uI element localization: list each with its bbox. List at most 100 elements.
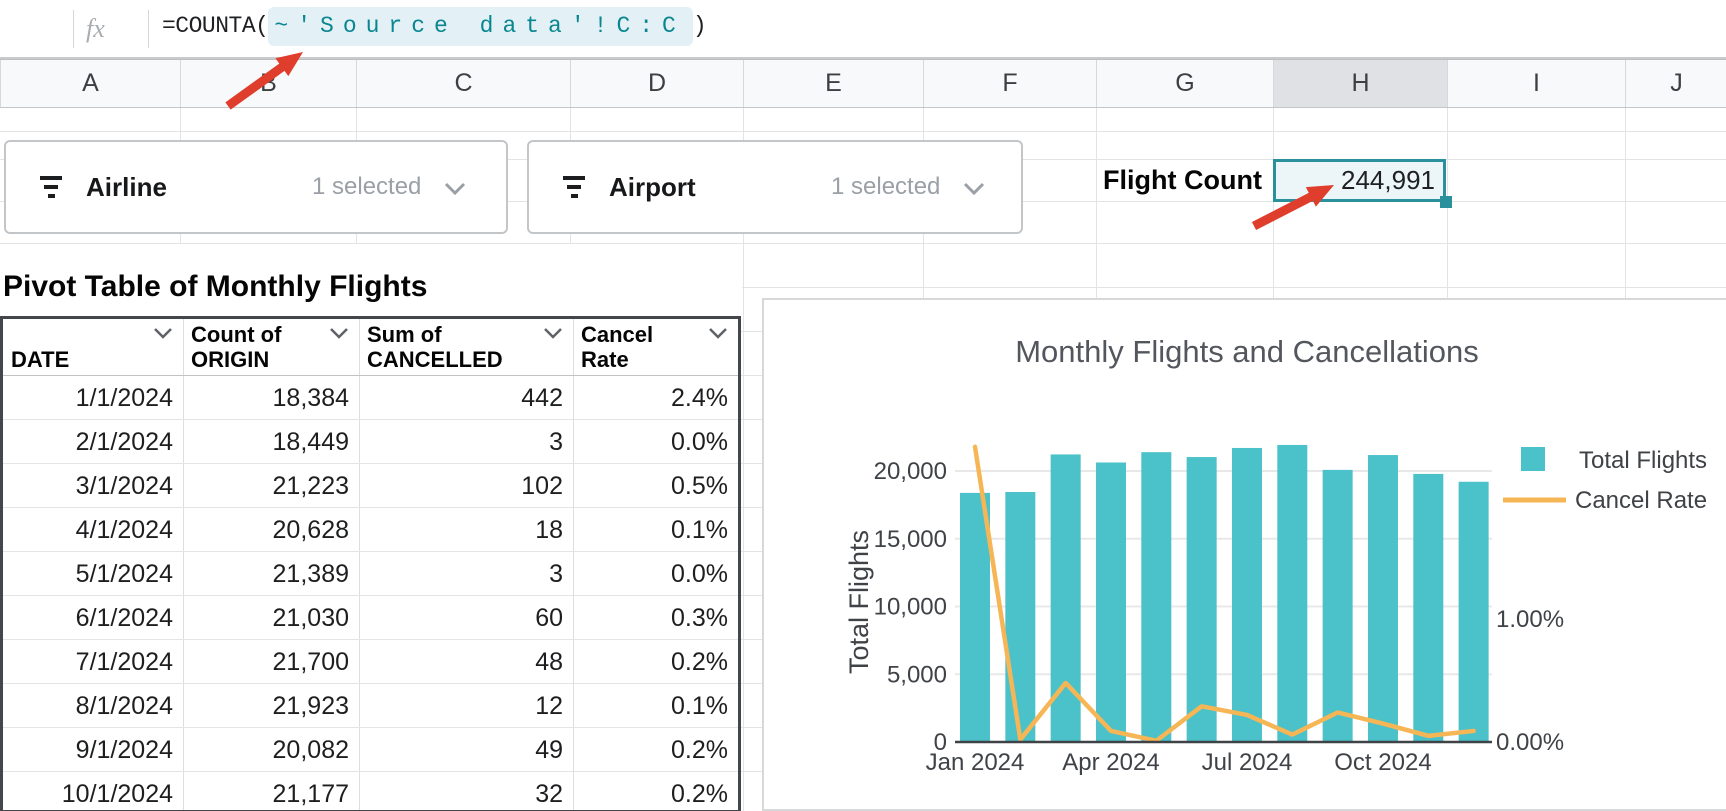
pivot-cell[interactable]: 0.2% — [573, 728, 738, 772]
pivot-cell[interactable]: 3 — [359, 420, 573, 464]
bar-total-flights[interactable] — [1459, 482, 1489, 742]
chart-title: Monthly Flights and Cancellations — [1015, 334, 1479, 369]
bar-total-flights[interactable] — [1141, 452, 1171, 742]
chevron-down-icon[interactable] — [444, 182, 466, 201]
spreadsheet-app: fx =COUNTA(~'Source data'!C:C) ABCDEFGHI… — [0, 0, 1726, 811]
pivot-cell[interactable]: 2.4% — [573, 376, 738, 420]
table-row: 9/1/202420,082490.2% — [3, 728, 738, 772]
right-axis-tick-label: 0.00% — [1496, 729, 1564, 756]
chevron-down-icon[interactable] — [153, 327, 173, 345]
pivot-cell[interactable]: 0.3% — [573, 596, 738, 640]
pivot-cell[interactable]: 0.0% — [573, 552, 738, 596]
column-header-b[interactable]: B — [180, 60, 356, 107]
column-header-c[interactable]: C — [356, 60, 570, 107]
bar-total-flights[interactable] — [960, 493, 990, 742]
pivot-cell[interactable]: 21,700 — [183, 640, 359, 684]
pivot-cell[interactable]: 21,177 — [183, 772, 359, 811]
bar-total-flights[interactable] — [1277, 445, 1307, 742]
fill-handle[interactable] — [1440, 196, 1452, 208]
bar-total-flights[interactable] — [1323, 470, 1353, 742]
formula-bar[interactable]: fx =COUNTA(~'Source data'!C:C) — [0, 0, 1726, 59]
column-header-d[interactable]: D — [570, 60, 743, 107]
pivot-cell[interactable]: 0.1% — [573, 508, 738, 552]
chevron-down-icon[interactable] — [329, 327, 349, 345]
pivot-cell[interactable]: 2/1/2024 — [3, 420, 183, 464]
bar-total-flights[interactable] — [1187, 457, 1217, 742]
pivot-cell[interactable]: 6/1/2024 — [3, 596, 183, 640]
y-axis-tick-label: 5,000 — [887, 661, 947, 688]
pivot-cell[interactable]: 3 — [359, 552, 573, 596]
pivot-cell[interactable]: 0.0% — [573, 420, 738, 464]
pivot-cell[interactable]: 49 — [359, 728, 573, 772]
y-axis-title: Total Flights — [844, 530, 874, 674]
pivot-cell[interactable]: 48 — [359, 640, 573, 684]
table-row: 1/1/202418,3844422.4% — [3, 376, 738, 420]
slicer-label: Airport — [609, 172, 696, 203]
bar-total-flights[interactable] — [1232, 448, 1262, 742]
bar-total-flights[interactable] — [1413, 474, 1443, 742]
line-cancel-rate[interactable] — [975, 447, 1474, 741]
pivot-cell[interactable]: 8/1/2024 — [3, 684, 183, 728]
pivot-cell[interactable]: 102 — [359, 464, 573, 508]
pivot-cell[interactable]: 21,923 — [183, 684, 359, 728]
pivot-cell[interactable]: 0.5% — [573, 464, 738, 508]
legend-swatch-total-flights[interactable] — [1521, 447, 1545, 471]
pivot-table[interactable]: DATE Count ofORIGIN Sum ofCANCELLEDCancelR… — [0, 316, 741, 811]
selected-cell-flight-count[interactable]: 244,991 — [1273, 159, 1446, 202]
pivot-cell[interactable]: 20,082 — [183, 728, 359, 772]
column-header-a[interactable]: A — [0, 60, 180, 107]
chart-svg: Monthly Flights and Cancellations05,0001… — [764, 300, 1726, 811]
chevron-down-icon[interactable] — [963, 182, 985, 201]
bar-total-flights[interactable] — [1005, 492, 1035, 742]
column-header-e[interactable]: E — [743, 60, 923, 107]
pivot-header-label: DATE — [11, 347, 69, 372]
pivot-cell[interactable]: 4/1/2024 — [3, 508, 183, 552]
pivot-cell[interactable]: 9/1/2024 — [3, 728, 183, 772]
pivot-cell[interactable]: 18,449 — [183, 420, 359, 464]
pivot-cell[interactable]: 0.1% — [573, 684, 738, 728]
slicer-airline[interactable]: Airline 1 selected — [4, 140, 508, 234]
bar-total-flights[interactable] — [1096, 462, 1126, 742]
formula-input[interactable]: =COUNTA(~'Source data'!C:C) — [162, 13, 706, 39]
pivot-cell[interactable]: 18 — [359, 508, 573, 552]
pivot-header-cell[interactable]: CancelRate — [573, 319, 738, 376]
column-header-h[interactable]: H — [1273, 60, 1447, 107]
table-row: 10/1/202421,177320.2% — [3, 772, 738, 811]
pivot-cell[interactable]: 5/1/2024 — [3, 552, 183, 596]
pivot-cell[interactable]: 10/1/2024 — [3, 772, 183, 811]
pivot-cell[interactable]: 20,628 — [183, 508, 359, 552]
pivot-header-cell[interactable]: Sum ofCANCELLED — [359, 319, 573, 376]
chevron-down-icon[interactable] — [543, 327, 563, 345]
chevron-down-icon[interactable] — [708, 327, 728, 345]
column-header-j[interactable]: J — [1625, 60, 1726, 107]
pivot-cell[interactable]: 60 — [359, 596, 573, 640]
pivot-cell[interactable]: 21,389 — [183, 552, 359, 596]
fx-icon: fx — [86, 14, 105, 44]
table-row: 6/1/202421,030600.3% — [3, 596, 738, 640]
pivot-cell[interactable]: 7/1/2024 — [3, 640, 183, 684]
pivot-cell[interactable]: 21,030 — [183, 596, 359, 640]
column-header-i[interactable]: I — [1447, 60, 1625, 107]
x-axis-tick-label: Jul 2024 — [1202, 749, 1293, 776]
pivot-cell[interactable]: 3/1/2024 — [3, 464, 183, 508]
pivot-header-row: DATE Count ofORIGIN Sum ofCANCELLEDCancelR… — [3, 319, 738, 376]
pivot-header-cell[interactable]: Count ofORIGIN — [183, 319, 359, 376]
pivot-cell[interactable]: 0.2% — [573, 640, 738, 684]
column-header-g[interactable]: G — [1096, 60, 1273, 107]
pivot-header-label: Count ofORIGIN — [191, 322, 281, 372]
pivot-cell[interactable]: 442 — [359, 376, 573, 420]
pivot-cell[interactable]: 18,384 — [183, 376, 359, 420]
chart-monthly-flights[interactable]: Monthly Flights and Cancellations05,0001… — [762, 298, 1726, 811]
pivot-title: Pivot Table of Monthly Flights — [3, 270, 427, 304]
bar-total-flights[interactable] — [1368, 455, 1398, 742]
pivot-cell[interactable]: 0.2% — [573, 772, 738, 811]
slicer-airport[interactable]: Airport 1 selected — [527, 140, 1023, 234]
column-header-f[interactable]: F — [923, 60, 1096, 107]
pivot-cell[interactable]: 1/1/2024 — [3, 376, 183, 420]
x-axis-tick-label: Jan 2024 — [926, 749, 1025, 776]
pivot-cell[interactable]: 21,223 — [183, 464, 359, 508]
pivot-header-cell[interactable]: DATE — [3, 319, 183, 376]
filter-icon — [40, 176, 62, 198]
pivot-cell[interactable]: 32 — [359, 772, 573, 811]
pivot-cell[interactable]: 12 — [359, 684, 573, 728]
